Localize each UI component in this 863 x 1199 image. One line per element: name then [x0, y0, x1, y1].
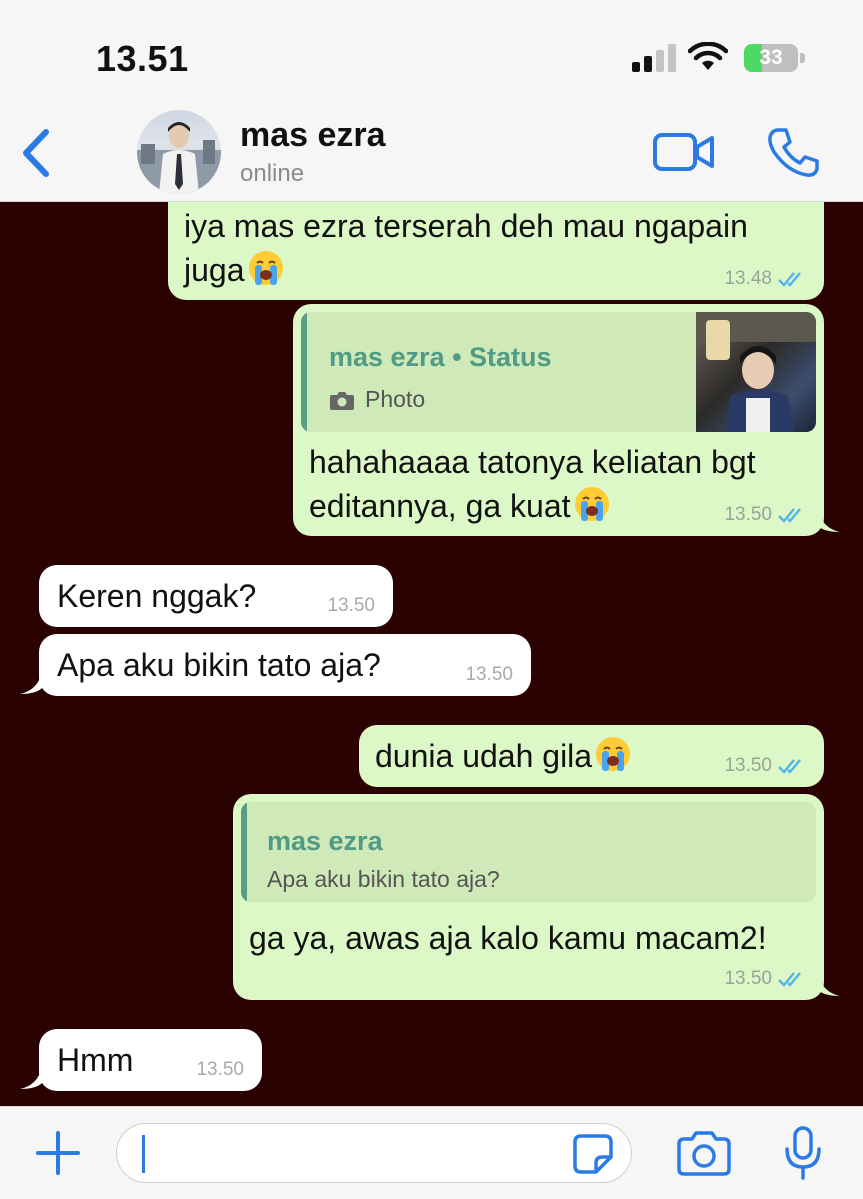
- text-caret: [142, 1135, 145, 1173]
- message-composer: [0, 1106, 863, 1199]
- crying-face-emoji-icon: [574, 487, 609, 521]
- message-text-line: ga ya, awas aja kalo kamu macam2!: [249, 920, 767, 956]
- outgoing-message[interactable]: iya mas ezra terserah deh mau ngapain ju…: [168, 202, 824, 300]
- message-text-line: Apa aku bikin tato aja?: [57, 647, 381, 683]
- quoted-message[interactable]: mas ezra Apa aku bikin tato aja?: [241, 802, 816, 902]
- message-time: 13.50: [327, 595, 375, 616]
- message-time: 13.50: [724, 968, 772, 989]
- message-text-line: Hmm: [57, 1042, 134, 1078]
- status-photo-thumbnail: [696, 312, 816, 432]
- message-time: 13.50: [724, 504, 772, 525]
- back-chevron-icon[interactable]: [16, 126, 56, 180]
- quote-title: mas ezra • Status: [329, 342, 552, 372]
- message-text-line: Keren nggak?: [57, 578, 257, 614]
- quote-subtitle: Photo: [365, 386, 426, 412]
- incoming-message[interactable]: Hmm 13.50: [39, 1029, 262, 1091]
- message-text-line: editannya, ga kuat: [309, 488, 571, 524]
- read-receipt-icon: [778, 759, 801, 774]
- outgoing-message-with-status-reply[interactable]: mas ezra • Status Photo hahahaaaa tatony…: [293, 304, 824, 536]
- message-time: 13.50: [724, 755, 772, 776]
- message-text-line: juga: [184, 252, 245, 288]
- wifi-icon: [688, 42, 728, 70]
- sticker-icon[interactable]: [572, 1133, 614, 1175]
- status-bar: 13.51 33: [0, 0, 863, 100]
- cellular-signal-icon: [632, 44, 676, 72]
- message-time: 13.50: [465, 664, 513, 685]
- message-input[interactable]: [116, 1123, 632, 1183]
- message-time: 13.48: [724, 268, 772, 289]
- quoted-status[interactable]: mas ezra • Status Photo: [301, 312, 816, 432]
- contact-avatar[interactable]: [137, 110, 221, 194]
- message-text-line: iya mas ezra terserah deh mau ngapain: [184, 208, 748, 244]
- outgoing-message[interactable]: dunia udah gila 13.50: [359, 725, 824, 787]
- plus-icon[interactable]: [34, 1129, 82, 1177]
- message-text-line: dunia udah gila: [375, 738, 593, 774]
- read-receipt-icon: [778, 272, 801, 287]
- read-receipt-icon: [778, 508, 801, 523]
- chat-area[interactable]: iya mas ezra terserah deh mau ngapain ju…: [0, 202, 863, 1106]
- phone-icon[interactable]: [766, 126, 822, 178]
- quote-title: mas ezra: [267, 826, 383, 856]
- incoming-message[interactable]: Apa aku bikin tato aja? 13.50: [39, 634, 531, 696]
- contact-status: online: [240, 160, 305, 187]
- read-receipt-icon: [778, 972, 801, 987]
- contact-name[interactable]: mas ezra: [240, 116, 386, 155]
- outgoing-message-with-reply[interactable]: mas ezra Apa aku bikin tato aja? ga ya, …: [233, 794, 824, 1000]
- message-time: 13.50: [196, 1059, 244, 1080]
- quote-subtitle: Apa aku bikin tato aja?: [267, 866, 500, 892]
- crying-face-emoji-icon: [596, 737, 631, 771]
- chat-header: mas ezra online: [0, 100, 863, 202]
- video-call-icon[interactable]: [652, 130, 716, 174]
- incoming-message[interactable]: Keren nggak? 13.50: [39, 565, 393, 627]
- camera-icon[interactable]: [676, 1129, 732, 1177]
- battery-indicator: 33: [744, 44, 806, 72]
- battery-percent: 33: [759, 46, 783, 69]
- microphone-icon[interactable]: [780, 1125, 826, 1181]
- status-time: 13.51: [96, 38, 189, 79]
- camera-icon: [330, 391, 354, 410]
- crying-face-emoji-icon: [248, 251, 283, 285]
- message-text-line: hahahaaaa tatonya keliatan bgt: [309, 444, 756, 480]
